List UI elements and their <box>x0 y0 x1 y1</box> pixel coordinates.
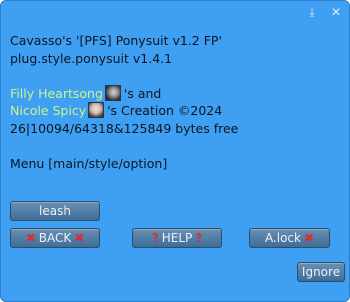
leash-button[interactable]: leash <box>10 201 100 221</box>
back-label: BACK <box>38 231 72 245</box>
leash-label: leash <box>39 204 71 218</box>
help-label: HELP <box>161 231 193 245</box>
menu-path: Menu [main/style/option] <box>10 155 168 171</box>
creator-name-2[interactable]: Nicole Spicy <box>10 103 86 118</box>
alock-label: A.lock <box>264 231 301 245</box>
memory-status: 26|10094/64318&125849 bytes free <box>10 120 239 136</box>
red-x-icon: ✖ <box>25 231 36 245</box>
message-title: Cavasso's '[PFS] Ponysuit v1.2 FP' <box>10 33 222 48</box>
creator-avatar-1 <box>104 84 121 101</box>
red-x-icon: ✖ <box>303 231 315 245</box>
script-dialog: ⤓ ✕ Cavasso's '[PFS] Ponysuit v1.2 FP' p… <box>0 0 350 302</box>
question-mark-icon: ? <box>151 231 159 245</box>
red-x-icon: ✖ <box>74 231 85 245</box>
message-creators-line1: Filly Heartsong 's and <box>10 84 238 103</box>
ignore-button[interactable]: Ignore <box>297 262 345 282</box>
back-button[interactable]: ✖ BACK ✖ <box>10 228 100 248</box>
dock-icon[interactable]: ⤓ <box>305 5 319 19</box>
close-icon[interactable]: ✕ <box>329 5 343 19</box>
message-plugin: plug.style.ponysuit v1.4.1 <box>10 50 173 66</box>
titlebar-controls: ⤓ ✕ <box>305 5 343 19</box>
ignore-label: Ignore <box>301 265 341 279</box>
help-button[interactable]: ? HELP ? <box>132 228 222 248</box>
creator-avatar-2 <box>88 102 105 118</box>
creation-text: 's Creation ©2024 <box>107 103 223 118</box>
question-mark-icon: ? <box>195 231 203 245</box>
dialog-message: Cavasso's '[PFS] Ponysuit v1.2 FP' plug.… <box>10 32 238 172</box>
alock-button[interactable]: A.lock ✖ <box>249 228 330 248</box>
message-creators-line2: Nicole Spicy 's Creation ©2024 <box>10 102 238 120</box>
and-text: 's and <box>123 85 162 101</box>
creator-name-1[interactable]: Filly Heartsong <box>10 86 103 101</box>
